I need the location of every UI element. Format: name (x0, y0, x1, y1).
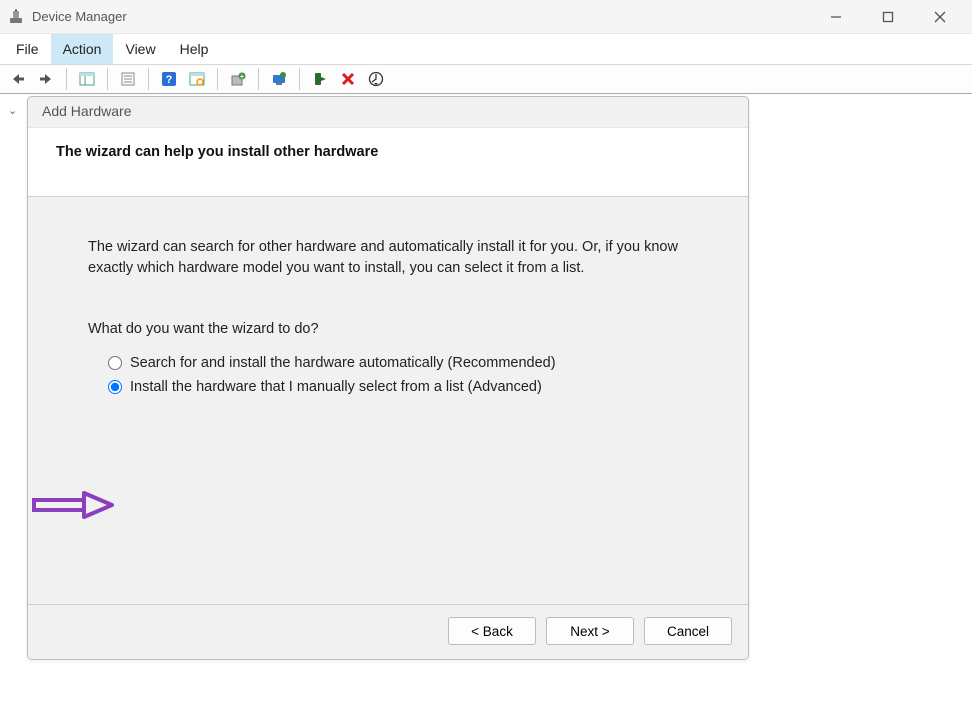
maximize-button[interactable] (876, 5, 900, 29)
radio-option-auto[interactable]: Search for and install the hardware auto… (108, 351, 688, 375)
scan-hardware-icon[interactable] (185, 67, 209, 91)
svg-text:?: ? (166, 74, 173, 86)
radio-manual-label: Install the hardware that I manually sel… (130, 379, 542, 395)
annotation-arrow (32, 491, 114, 519)
dialog-body: The wizard can search for other hardware… (28, 197, 748, 604)
toolbar-separator (148, 68, 149, 90)
window-title: Device Manager (32, 9, 127, 24)
toolbar: ? + (0, 64, 972, 94)
next-button[interactable]: Next > (546, 617, 634, 645)
toolbar-separator (258, 68, 259, 90)
forward-arrow-icon[interactable] (34, 67, 58, 91)
toolbar-separator (66, 68, 67, 90)
menubar: File Action View Help (0, 34, 972, 64)
update-driver-icon[interactable] (267, 67, 291, 91)
toolbar-separator (217, 68, 218, 90)
scan-refresh-icon[interactable] (364, 67, 388, 91)
radio-auto-input[interactable] (108, 356, 122, 370)
window-controls (824, 5, 964, 29)
enable-device-icon[interactable] (308, 67, 332, 91)
tree-collapse-caret[interactable]: ⌄ (8, 104, 20, 117)
menu-action[interactable]: Action (51, 34, 114, 64)
app-icon (8, 9, 24, 25)
dialog-title: Add Hardware (28, 97, 748, 127)
menu-help[interactable]: Help (168, 34, 221, 64)
toolbar-separator (107, 68, 108, 90)
close-button[interactable] (928, 5, 952, 29)
menu-view[interactable]: View (113, 34, 167, 64)
titlebar: Device Manager (0, 0, 972, 34)
radio-manual-input[interactable] (108, 380, 122, 394)
back-button[interactable]: < Back (448, 617, 536, 645)
svg-text:+: + (240, 72, 245, 81)
uninstall-icon[interactable] (336, 67, 360, 91)
help-icon[interactable]: ? (157, 67, 181, 91)
add-legacy-hardware-icon[interactable]: + (226, 67, 250, 91)
dialog-question: What do you want the wizard to do? (88, 321, 688, 337)
dialog-header: The wizard can help you install other ha… (28, 127, 748, 197)
add-hardware-dialog: Add Hardware The wizard can help you ins… (27, 96, 749, 660)
dialog-description: The wizard can search for other hardware… (88, 237, 688, 279)
toolbar-separator (299, 68, 300, 90)
show-hide-tree-icon[interactable] (75, 67, 99, 91)
menu-file[interactable]: File (4, 34, 51, 64)
radio-option-manual[interactable]: Install the hardware that I manually sel… (108, 375, 688, 399)
tree-panel: ⌄ Farica Add Hardware The wizard can hel… (0, 94, 972, 701)
dialog-header-text: The wizard can help you install other ha… (56, 144, 720, 160)
dialog-footer: < Back Next > Cancel (28, 604, 748, 659)
minimize-button[interactable] (824, 5, 848, 29)
back-arrow-icon[interactable] (6, 67, 30, 91)
radio-auto-label: Search for and install the hardware auto… (130, 355, 556, 371)
properties-icon[interactable] (116, 67, 140, 91)
cancel-button[interactable]: Cancel (644, 617, 732, 645)
